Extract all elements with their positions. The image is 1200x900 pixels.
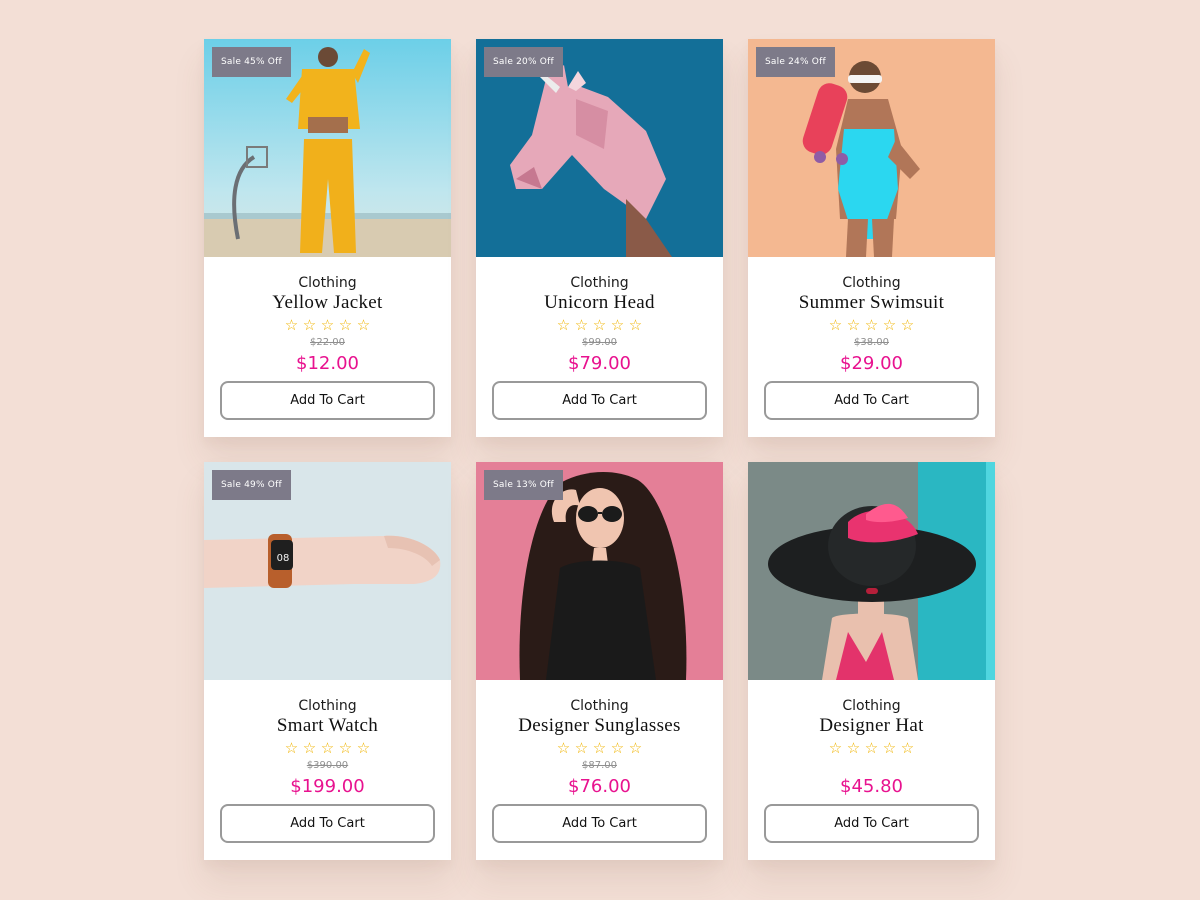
product-category: Clothing <box>842 698 901 714</box>
product-image-yellow-jacket[interactable]: Sale 45% Off <box>204 39 451 257</box>
rating-stars: ☆ ☆ ☆ ☆ ☆ <box>476 317 723 334</box>
sale-price: $76.00 <box>568 776 631 797</box>
product-category: Clothing <box>570 698 629 714</box>
star-outline-icon: ☆ <box>302 316 317 334</box>
star-outline-icon: ☆ <box>556 739 571 757</box>
product-image-smart-watch[interactable]: 08 Sale 49% Off <box>204 462 451 680</box>
rating-stars: ☆ ☆ ☆ ☆ ☆ <box>204 317 451 334</box>
star-outline-icon: ☆ <box>900 739 915 757</box>
sale-badge: Sale 24% Off <box>756 47 835 77</box>
sale-price: $12.00 <box>296 353 359 374</box>
product-title[interactable]: Designer Hat <box>748 715 995 737</box>
sale-price: $45.80 <box>840 776 903 797</box>
star-outline-icon: ☆ <box>846 739 861 757</box>
product-card-designer-hat[interactable]: Clothing Designer Hat ☆ ☆ ☆ ☆ ☆ $45.80 A… <box>748 462 995 860</box>
sale-price: $29.00 <box>840 353 903 374</box>
star-outline-icon: ☆ <box>900 316 915 334</box>
star-outline-icon: ☆ <box>592 316 607 334</box>
product-card-unicorn-head[interactable]: Sale 20% Off Clothing Unicorn Head ☆ ☆ ☆… <box>476 39 723 437</box>
star-outline-icon: ☆ <box>574 739 589 757</box>
star-outline-icon: ☆ <box>338 739 353 757</box>
add-to-cart-button[interactable]: Add To Cart <box>764 804 979 843</box>
sale-badge: Sale 45% Off <box>212 47 291 77</box>
star-outline-icon: ☆ <box>882 316 897 334</box>
product-info: Clothing Designer Hat ☆ ☆ ☆ ☆ ☆ $45.80 A… <box>748 680 995 860</box>
original-price: $99.00 <box>582 337 617 348</box>
add-to-cart-button[interactable]: Add To Cart <box>220 804 435 843</box>
product-image-designer-sunglasses[interactable]: Sale 13% Off <box>476 462 723 680</box>
product-title[interactable]: Smart Watch <box>204 715 451 737</box>
product-card-summer-swimsuit[interactable]: Sale 24% Off Clothing Summer Swimsuit ☆ … <box>748 39 995 437</box>
product-title[interactable]: Yellow Jacket <box>204 292 451 314</box>
product-info: Clothing Summer Swimsuit ☆ ☆ ☆ ☆ ☆ $38.0… <box>748 257 995 437</box>
star-outline-icon: ☆ <box>864 316 879 334</box>
star-outline-icon: ☆ <box>320 739 335 757</box>
rating-stars: ☆ ☆ ☆ ☆ ☆ <box>748 317 995 334</box>
original-price: $390.00 <box>306 760 349 771</box>
add-to-cart-button[interactable]: Add To Cart <box>764 381 979 420</box>
star-outline-icon: ☆ <box>338 316 353 334</box>
add-to-cart-button[interactable]: Add To Cart <box>492 381 707 420</box>
star-outline-icon: ☆ <box>610 316 625 334</box>
star-outline-icon: ☆ <box>284 739 299 757</box>
product-image-summer-swimsuit[interactable]: Sale 24% Off <box>748 39 995 257</box>
star-outline-icon: ☆ <box>284 316 299 334</box>
star-outline-icon: ☆ <box>628 316 643 334</box>
product-image-designer-hat[interactable] <box>748 462 995 680</box>
rating-stars: ☆ ☆ ☆ ☆ ☆ <box>476 740 723 757</box>
product-image-unicorn-head[interactable]: Sale 20% Off <box>476 39 723 257</box>
star-outline-icon: ☆ <box>592 739 607 757</box>
product-card-yellow-jacket[interactable]: Sale 45% Off Clothing Yellow Jacket ☆ ☆ … <box>204 39 451 437</box>
star-outline-icon: ☆ <box>610 739 625 757</box>
star-outline-icon: ☆ <box>882 739 897 757</box>
product-info: Clothing Designer Sunglasses ☆ ☆ ☆ ☆ ☆ $… <box>476 680 723 860</box>
product-category: Clothing <box>570 275 629 291</box>
sale-price: $79.00 <box>568 353 631 374</box>
product-info: Clothing Yellow Jacket ☆ ☆ ☆ ☆ ☆ $22.00 … <box>204 257 451 437</box>
product-category: Clothing <box>298 698 357 714</box>
add-to-cart-button[interactable]: Add To Cart <box>492 804 707 843</box>
star-outline-icon: ☆ <box>556 316 571 334</box>
rating-stars: ☆ ☆ ☆ ☆ ☆ <box>748 740 995 757</box>
star-outline-icon: ☆ <box>574 316 589 334</box>
product-title[interactable]: Designer Sunglasses <box>476 715 723 737</box>
star-outline-icon: ☆ <box>846 316 861 334</box>
star-outline-icon: ☆ <box>828 316 843 334</box>
sale-badge: Sale 13% Off <box>484 470 563 500</box>
star-outline-icon: ☆ <box>356 316 371 334</box>
product-grid: Sale 45% Off Clothing Yellow Jacket ☆ ☆ … <box>204 39 995 860</box>
product-info: Clothing Unicorn Head ☆ ☆ ☆ ☆ ☆ $99.00 $… <box>476 257 723 437</box>
product-card-smart-watch[interactable]: 08 Sale 49% Off Clothing Smart Watch ☆ ☆… <box>204 462 451 860</box>
product-title[interactable]: Unicorn Head <box>476 292 723 314</box>
star-outline-icon: ☆ <box>628 739 643 757</box>
sale-price: $199.00 <box>290 776 365 797</box>
original-price: $22.00 <box>310 337 345 348</box>
original-price: $38.00 <box>854 337 889 348</box>
star-outline-icon: ☆ <box>864 739 879 757</box>
product-category: Clothing <box>842 275 901 291</box>
star-outline-icon: ☆ <box>828 739 843 757</box>
watch-display-text: 08 <box>277 553 290 564</box>
sale-badge: Sale 20% Off <box>484 47 563 77</box>
star-outline-icon: ☆ <box>356 739 371 757</box>
rating-stars: ☆ ☆ ☆ ☆ ☆ <box>204 740 451 757</box>
sale-badge: Sale 49% Off <box>212 470 291 500</box>
product-category: Clothing <box>298 275 357 291</box>
star-outline-icon: ☆ <box>302 739 317 757</box>
product-title[interactable]: Summer Swimsuit <box>748 292 995 314</box>
product-info: Clothing Smart Watch ☆ ☆ ☆ ☆ ☆ $390.00 $… <box>204 680 451 860</box>
product-card-designer-sunglasses[interactable]: Sale 13% Off Clothing Designer Sunglasse… <box>476 462 723 860</box>
star-outline-icon: ☆ <box>320 316 335 334</box>
original-price: $87.00 <box>582 760 617 771</box>
add-to-cart-button[interactable]: Add To Cart <box>220 381 435 420</box>
